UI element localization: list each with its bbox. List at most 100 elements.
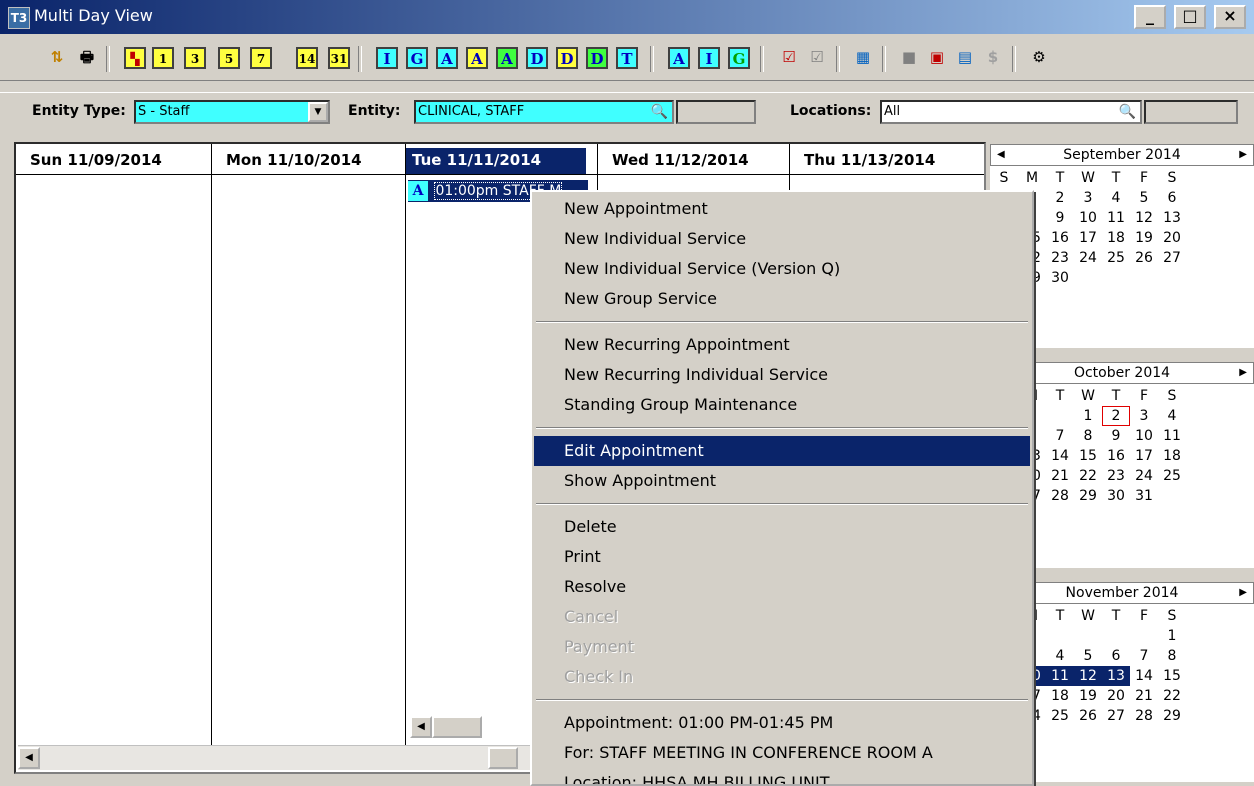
scroll-thumb[interactable]: [488, 747, 518, 769]
maximize-button[interactable]: □: [1174, 5, 1206, 29]
calendar-day[interactable]: 8: [1074, 426, 1102, 446]
calendar-icon[interactable]: ▦: [852, 47, 874, 69]
calendar-day[interactable]: 19: [1130, 228, 1158, 248]
refresh-icon[interactable]: ⇅: [46, 47, 68, 69]
calendar-day[interactable]: 6: [1102, 646, 1130, 666]
filter-d2-button[interactable]: D: [556, 47, 578, 69]
calendar-day[interactable]: 26: [1074, 706, 1102, 726]
calendar-day[interactable]: 6: [1158, 188, 1186, 208]
filter-a3-button[interactable]: A: [496, 47, 518, 69]
day-column-mon[interactable]: Mon 11/10/2014: [212, 144, 406, 746]
filter-a-button[interactable]: A: [436, 47, 458, 69]
calendar-day[interactable]: 4: [1102, 188, 1130, 208]
calendar-day[interactable]: 29: [1074, 486, 1102, 506]
calendar-day[interactable]: 10: [1074, 208, 1102, 228]
print-icon[interactable]: 🖶: [76, 47, 98, 69]
day-header[interactable]: Wed 11/12/2014: [606, 148, 786, 174]
calendar-day[interactable]: 17: [1074, 228, 1102, 248]
calendar-day[interactable]: 25: [1102, 248, 1130, 268]
calendar-day[interactable]: 31: [1130, 486, 1158, 506]
menu-item-new-individual-service[interactable]: New Individual Service: [534, 224, 1030, 254]
calendar-day[interactable]: 3: [1130, 406, 1158, 426]
calendar-day[interactable]: 25: [1046, 706, 1074, 726]
calendar-day[interactable]: 5: [1074, 646, 1102, 666]
calendar-day[interactable]: 11: [1102, 208, 1130, 228]
next-month-icon[interactable]: ▶: [1239, 583, 1247, 603]
calendar-day[interactable]: 7: [1130, 646, 1158, 666]
calendar-day[interactable]: 13: [1158, 208, 1186, 228]
calendar-day[interactable]: 27: [1102, 706, 1130, 726]
search-icon[interactable]: 🔍: [1119, 102, 1136, 122]
close-button[interactable]: ×: [1214, 5, 1246, 29]
fourteen-day-button[interactable]: 14: [296, 47, 318, 69]
calendar-day[interactable]: 15: [1158, 666, 1186, 686]
calendar-day[interactable]: 14: [1046, 446, 1074, 466]
calendar-day[interactable]: 29: [1158, 706, 1186, 726]
calendar-day[interactable]: 23: [1046, 248, 1074, 268]
calendar-day[interactable]: 14: [1130, 666, 1158, 686]
calendar-day[interactable]: 25: [1158, 466, 1186, 486]
calendar-day[interactable]: 4: [1158, 406, 1186, 426]
menu-item-new-individual-service-version-q[interactable]: New Individual Service (Version Q): [534, 254, 1030, 284]
show-i-button[interactable]: I: [698, 47, 720, 69]
calendar-day[interactable]: 10: [1130, 426, 1158, 446]
calendar-day[interactable]: 23: [1102, 466, 1130, 486]
calendar-day[interactable]: 7: [1046, 426, 1074, 446]
calendar-day[interactable]: 16: [1102, 446, 1130, 466]
menu-item-resolve[interactable]: Resolve: [534, 572, 1030, 602]
calendar-day[interactable]: 8: [1158, 646, 1186, 666]
search-icon[interactable]: 🔍: [651, 102, 668, 122]
calendar-day[interactable]: 1: [1074, 406, 1102, 426]
calendar-day[interactable]: 15: [1074, 446, 1102, 466]
entity-field[interactable]: CLINICAL, STAFF 🔍: [414, 100, 674, 124]
grid-icon[interactable]: ▤: [954, 47, 976, 69]
calendar-day[interactable]: 24: [1074, 248, 1102, 268]
day-header[interactable]: Sun 11/09/2014: [24, 148, 204, 174]
check-icon[interactable]: ☑: [778, 47, 800, 69]
day-column-sun[interactable]: Sun 11/09/2014: [16, 144, 212, 746]
filter-a2-button[interactable]: A: [466, 47, 488, 69]
calendar-day[interactable]: 9: [1102, 426, 1130, 446]
scroll-left-button[interactable]: ◀: [18, 747, 40, 769]
calendar-day[interactable]: 2: [1046, 188, 1074, 208]
locations-field[interactable]: All 🔍: [880, 100, 1142, 124]
filter-i-button[interactable]: I: [376, 47, 398, 69]
calendar-day[interactable]: 11: [1158, 426, 1186, 446]
calendar-day[interactable]: 28: [1046, 486, 1074, 506]
menu-item-print[interactable]: Print: [534, 542, 1030, 572]
show-a-button[interactable]: A: [668, 47, 690, 69]
calendar-day[interactable]: 22: [1074, 466, 1102, 486]
menu-item-new-recurring-individual-service[interactable]: New Recurring Individual Service: [534, 360, 1030, 390]
thirtyone-day-button[interactable]: 31: [328, 47, 350, 69]
calendar-day[interactable]: 16: [1046, 228, 1074, 248]
menu-item-standing-group-maintenance[interactable]: Standing Group Maintenance: [534, 390, 1030, 420]
calendar-day[interactable]: 12: [1130, 208, 1158, 228]
title-bar[interactable]: T3 Multi Day View _ □ ×: [0, 0, 1254, 34]
day-view-icon[interactable]: ▚: [124, 47, 146, 69]
calendar-day[interactable]: 26: [1130, 248, 1158, 268]
scroll-left-button[interactable]: ◀: [410, 716, 432, 738]
calendar-day[interactable]: 30: [1046, 268, 1074, 288]
properties-icon[interactable]: ⚙: [1028, 47, 1050, 69]
calendar-day[interactable]: 13: [1102, 666, 1130, 686]
next-month-icon[interactable]: ▶: [1239, 363, 1247, 383]
calendar-day[interactable]: 21: [1046, 466, 1074, 486]
calendar-day[interactable]: 28: [1130, 706, 1158, 726]
calendar-day[interactable]: 4: [1046, 646, 1074, 666]
calendar-day[interactable]: 3: [1074, 188, 1102, 208]
day-header[interactable]: Thu 11/13/2014: [798, 148, 978, 174]
menu-item-edit-appointment[interactable]: Edit Appointment: [534, 436, 1030, 466]
filter-d3-button[interactable]: D: [586, 47, 608, 69]
five-day-button[interactable]: 5: [218, 47, 240, 69]
calendar-day[interactable]: 17: [1130, 446, 1158, 466]
chevron-down-icon[interactable]: ▼: [308, 102, 328, 122]
search-doc-icon[interactable]: ▣: [926, 47, 948, 69]
one-day-button[interactable]: 1: [152, 47, 174, 69]
calendar-day[interactable]: 20: [1158, 228, 1186, 248]
entity-type-select[interactable]: S - Staff ▼: [134, 100, 330, 124]
menu-item-new-appointment[interactable]: New Appointment: [534, 194, 1030, 224]
calendar-day[interactable]: 11: [1046, 666, 1074, 686]
calendar-day[interactable]: 18: [1158, 446, 1186, 466]
day-header-selected[interactable]: Tue 11/11/2014: [406, 148, 586, 174]
minimize-button[interactable]: _: [1134, 5, 1166, 29]
